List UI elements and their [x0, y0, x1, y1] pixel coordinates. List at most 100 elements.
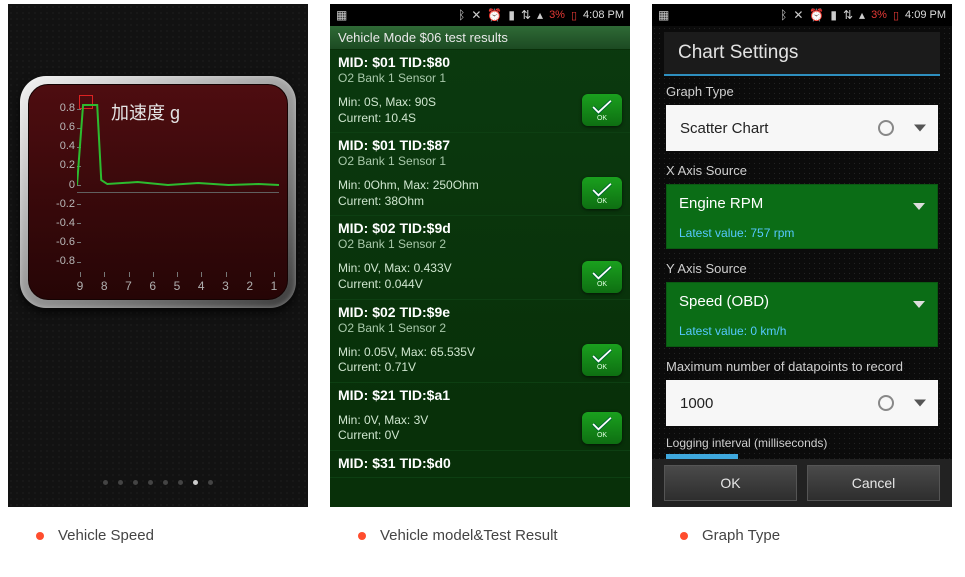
- bullet-icon: [36, 532, 44, 540]
- chevron-down-icon: [914, 125, 926, 132]
- wifi-icon: ▴: [859, 8, 865, 22]
- y-axis-source-name: Speed (OBD): [679, 293, 925, 310]
- sensor-name: O2 Bank 1 Sensor 2: [338, 237, 622, 251]
- data-icon: ⇅: [843, 8, 853, 22]
- chevron-down-icon: [913, 301, 925, 308]
- x-tick: 4: [196, 279, 206, 293]
- current-value: Current: 38Ohm: [338, 194, 622, 210]
- ok-label: OK: [597, 281, 607, 288]
- status-bar: ▦ ᛒ ✕ ⏰ ▮ ⇅ ▴ 3% ▯ 4:09 PM: [652, 4, 952, 26]
- alarm-icon: ⏰: [809, 8, 824, 22]
- ok-badge: OK: [582, 177, 622, 209]
- ok-button[interactable]: OK: [664, 465, 797, 501]
- cancel-button[interactable]: Cancel: [807, 465, 940, 501]
- clock: 4:09 PM: [905, 9, 946, 21]
- max-points-value: 1000: [680, 395, 713, 412]
- ok-label: OK: [597, 115, 607, 122]
- panel-chart-settings: ▦ ᛒ ✕ ⏰ ▮ ⇅ ▴ 3% ▯ 4:09 PM Chart Setting…: [652, 4, 952, 507]
- chart-trace: [77, 103, 279, 267]
- results-body[interactable]: Vehicle Mode $06 test results MID: $01 T…: [330, 26, 630, 507]
- caption-text: Vehicle model&Test Result: [380, 527, 558, 544]
- test-result-item[interactable]: MID: $01 TID:$80 O2 Bank 1 Sensor 1 Min:…: [330, 50, 630, 133]
- graph-type-label: Graph Type: [652, 76, 952, 101]
- caption: Vehicle model&Test Result: [330, 527, 630, 544]
- test-result-item[interactable]: MID: $31 TID:$d0: [330, 451, 630, 478]
- x-axis-source-select[interactable]: Engine RPM Latest value: 757 rpm: [666, 184, 938, 249]
- clock: 4:08 PM: [583, 9, 624, 21]
- chevron-down-icon: [913, 203, 925, 210]
- y-tick: -0.4: [39, 218, 75, 229]
- signal-icon: ▮: [508, 8, 515, 22]
- ok-label: OK: [597, 432, 607, 439]
- current-value: Current: 10.4S: [338, 111, 622, 127]
- ok-badge: OK: [582, 344, 622, 376]
- mute-icon: ✕: [793, 8, 803, 22]
- bullet-icon: [680, 532, 688, 540]
- test-result-item[interactable]: MID: $21 TID:$a1 Min: 0V, Max: 3V Curren…: [330, 383, 630, 451]
- battery-icon: ▯: [893, 9, 899, 22]
- dialog-title: Chart Settings: [664, 32, 940, 76]
- data-icon: ⇅: [521, 8, 531, 22]
- x-tick: 3: [221, 279, 231, 293]
- signal-icon: ▮: [830, 8, 837, 22]
- check-icon: [591, 182, 613, 198]
- panel-vehicle-speed: 加速度 g 0.8 0.6 0.4 0.2 0 -0.2 -0.4 -0.6 -…: [8, 4, 308, 507]
- min-max: Min: 0S, Max: 90S: [338, 95, 622, 111]
- test-result-item[interactable]: MID: $01 TID:$87 O2 Bank 1 Sensor 1 Min:…: [330, 133, 630, 216]
- x-tick: 9: [75, 279, 85, 293]
- ok-label: OK: [597, 198, 607, 205]
- min-max: Min: 0V, Max: 3V: [338, 413, 622, 429]
- mid-tid: MID: $02 TID:$9d: [338, 220, 622, 236]
- check-icon: [591, 265, 613, 281]
- bullet-icon: [358, 532, 366, 540]
- ok-badge: OK: [582, 412, 622, 444]
- graph-type-select[interactable]: Scatter Chart: [666, 105, 938, 151]
- graph-type-value: Scatter Chart: [680, 120, 768, 137]
- min-max: Min: 0.05V, Max: 65.535V: [338, 345, 622, 361]
- x-axis: 9 8 7 6 5 4 3 2 1: [75, 269, 279, 293]
- captions-row: Vehicle Speed Vehicle model&Test Result …: [0, 507, 965, 544]
- dialog-buttons: OK Cancel: [652, 459, 952, 507]
- x-tick: 7: [124, 279, 134, 293]
- caption-text: Graph Type: [702, 527, 780, 544]
- y-tick: 0: [39, 180, 75, 191]
- app-icon: ▦: [336, 8, 347, 22]
- y-tick: 0.4: [39, 141, 75, 152]
- y-axis-source-label: Y Axis Source: [652, 253, 952, 278]
- caption-text: Vehicle Speed: [58, 527, 154, 544]
- max-points-label: Maximum number of datapoints to record: [652, 351, 952, 376]
- sensor-name: O2 Bank 1 Sensor 1: [338, 154, 622, 168]
- y-axis: 0.8 0.6 0.4 0.2 0 -0.2 -0.4 -0.6 -0.8: [39, 103, 75, 267]
- caption: Graph Type: [652, 527, 952, 544]
- app-icon: ▦: [658, 8, 669, 22]
- x-tick: 1: [269, 279, 279, 293]
- chevron-down-icon: [914, 400, 926, 407]
- x-tick: 5: [172, 279, 182, 293]
- logging-interval-label: Logging interval (milliseconds): [652, 430, 952, 452]
- mid-tid: MID: $31 TID:$d0: [338, 455, 622, 471]
- gauge-display: 加速度 g 0.8 0.6 0.4 0.2 0 -0.2 -0.4 -0.6 -…: [28, 84, 288, 300]
- x-axis-source-name: Engine RPM: [679, 195, 925, 212]
- panel-test-results: ▦ ᛒ ✕ ⏰ ▮ ⇅ ▴ 3% ▯ 4:08 PM Vehicle Mode …: [330, 4, 630, 507]
- battery-pct: 3%: [871, 9, 887, 21]
- page-indicator[interactable]: [8, 480, 308, 485]
- status-bar: ▦ ᛒ ✕ ⏰ ▮ ⇅ ▴ 3% ▯ 4:08 PM: [330, 4, 630, 26]
- max-points-select[interactable]: 1000: [666, 380, 938, 426]
- mid-tid: MID: $01 TID:$87: [338, 137, 622, 153]
- bluetooth-icon: ᛒ: [780, 8, 787, 22]
- test-result-item[interactable]: MID: $02 TID:$9d O2 Bank 1 Sensor 2 Min:…: [330, 216, 630, 299]
- y-tick: -0.8: [39, 256, 75, 267]
- results-header: Vehicle Mode $06 test results: [330, 26, 630, 50]
- x-tick: 8: [99, 279, 109, 293]
- check-icon: [591, 99, 613, 115]
- current-value: Current: 0.71V: [338, 360, 622, 376]
- caption: Vehicle Speed: [8, 527, 308, 544]
- min-max: Min: 0V, Max: 0.433V: [338, 261, 622, 277]
- x-tick: 2: [245, 279, 255, 293]
- sensor-name: O2 Bank 1 Sensor 2: [338, 321, 622, 335]
- battery-pct: 3%: [549, 9, 565, 21]
- test-result-item[interactable]: MID: $02 TID:$9e O2 Bank 1 Sensor 2 Min:…: [330, 300, 630, 383]
- y-axis-source-select[interactable]: Speed (OBD) Latest value: 0 km/h: [666, 282, 938, 347]
- y-tick: -0.2: [39, 199, 75, 210]
- x-tick: 6: [148, 279, 158, 293]
